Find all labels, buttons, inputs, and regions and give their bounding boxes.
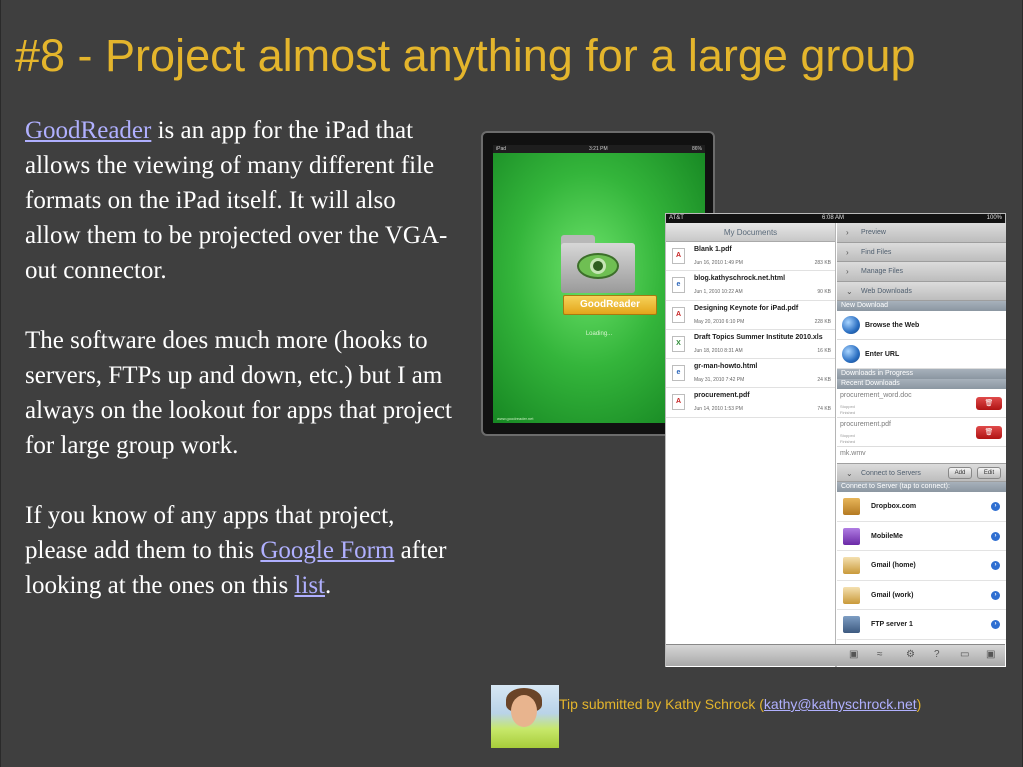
file-row[interactable]: A Blank 1.pdf Jun 16, 2010 1:49 PM 283 KB bbox=[666, 242, 835, 272]
file-row[interactable]: X Draft Topics Summer Institute 2010.xls J… bbox=[666, 330, 835, 360]
info-icon[interactable]: › bbox=[991, 590, 1000, 600]
goodreader-app-screenshot: AT&T 6:08 AM 100% My Documents A Blank 1.… bbox=[665, 213, 1006, 667]
file-list: A Blank 1.pdf Jun 16, 2010 1:49 PM 283 KB e… bbox=[666, 242, 835, 418]
slide: #8 - Project almost anything for a large… bbox=[0, 0, 1023, 767]
goodreader-logo-label: GoodReader bbox=[563, 295, 657, 315]
chevron-down-icon: ⌄ bbox=[846, 469, 853, 478]
status-battery: 100% bbox=[986, 215, 1002, 221]
app-status-bar: AT&T 6:08 AM 100% bbox=[666, 214, 1005, 223]
wifi-icon[interactable]: ≈ bbox=[877, 649, 883, 660]
info-icon[interactable]: › bbox=[991, 620, 1000, 629]
ipad-status-device: iPad bbox=[496, 146, 507, 152]
dropbox-icon bbox=[843, 498, 860, 515]
file-row[interactable]: e gr-man-howto.html May 31, 2010 7:42 PM 24… bbox=[666, 359, 835, 389]
tip-credit: Tip submitted by Kathy Schrock (kathy@ka… bbox=[559, 696, 922, 712]
slide-title: #8 - Project almost anything for a large… bbox=[15, 30, 916, 81]
pdf-file-icon: A bbox=[672, 306, 685, 323]
status-time: 6:08 AM bbox=[822, 215, 845, 221]
screen-icon[interactable]: ▭ bbox=[960, 649, 969, 660]
connect-to-servers-bar[interactable]: ⌄ Connect to Servers Add Edit bbox=[837, 463, 1006, 482]
ipad-status-battery: 86% bbox=[691, 146, 702, 152]
html-file-icon: e bbox=[672, 365, 685, 382]
download-row[interactable]: procurement_word.doc Stopped Finished 🗑 bbox=[837, 389, 1006, 418]
info-icon[interactable]: › bbox=[991, 502, 1000, 511]
mobileme-cloud-icon bbox=[843, 527, 860, 545]
trash-icon[interactable]: 🗑 bbox=[976, 397, 1002, 410]
my-documents-header: My Documents bbox=[666, 223, 835, 242]
file-row[interactable]: Aprocurement.pdf Jun 14, 2010 1:53 PM 74 K… bbox=[666, 388, 835, 418]
downloads-in-progress-header: Downloads in Progress bbox=[837, 369, 1006, 379]
my-documents-panel: My Documents A Blank 1.pdf Jun 16, 2010 1:… bbox=[666, 223, 836, 667]
chevron-down-icon: ⌄ bbox=[846, 286, 853, 296]
nav-web-downloads[interactable]: ⌄ Web Downloads bbox=[837, 281, 1006, 301]
info-icon[interactable]: › bbox=[991, 561, 1000, 570]
edit-servers-button[interactable]: Edit bbox=[977, 467, 1001, 479]
ipad-status-time: 3:21 PM bbox=[589, 146, 608, 152]
gmail-icon bbox=[843, 586, 860, 604]
pdf-file-icon: A bbox=[672, 248, 685, 264]
nav-manage-files[interactable]: › Manage Files bbox=[837, 262, 1006, 282]
paragraph-3: If you know of any apps that project, pl… bbox=[25, 498, 457, 603]
bottom-toolbar: ▣ ≈ ⚙ ? ▭ ▣ bbox=[666, 644, 1005, 666]
connect-to-server-header: Connect to Server (tap to connect): bbox=[837, 482, 1006, 492]
chevron-right-icon: › bbox=[846, 267, 849, 276]
trash-icon[interactable]: 🗑 bbox=[976, 426, 1002, 439]
gear-icon[interactable]: ⚙ bbox=[906, 649, 915, 660]
chevron-right-icon: › bbox=[846, 228, 849, 237]
ipad-status-bar: iPad 3:21 PM 86% bbox=[493, 145, 705, 153]
new-download-header: New Download bbox=[837, 301, 1006, 311]
info-icon[interactable]: › bbox=[991, 531, 1000, 541]
camera-icon[interactable]: ▣ bbox=[849, 649, 858, 660]
file-row[interactable]: e blog.kathyschrock.net.html Jun 1, 2010 1… bbox=[666, 271, 835, 301]
download-row[interactable]: procurement.pdf Stopped Finished 🗑 bbox=[837, 418, 1006, 447]
help-icon[interactable]: ? bbox=[934, 649, 940, 660]
pdf-file-icon: A bbox=[672, 394, 685, 411]
splash-footer-url: www.goodreader.net bbox=[497, 416, 534, 421]
status-carrier: AT&T bbox=[669, 215, 684, 221]
gmail-icon bbox=[843, 557, 860, 574]
body-text: GoodReader is an app for the iPad that a… bbox=[25, 113, 457, 603]
server-row[interactable]: MobileMe › bbox=[837, 522, 1006, 551]
download-row[interactable]: mk.wmv bbox=[837, 447, 1006, 463]
right-panel: › Preview › Find Files › Manage Files ⌄ Web … bbox=[837, 223, 1006, 667]
email-link[interactable]: kathy@kathyschrock.net bbox=[764, 696, 917, 712]
html-file-icon: e bbox=[672, 277, 685, 294]
chevron-right-icon: › bbox=[846, 247, 849, 257]
file-row[interactable]: A Designing Keynote for iPad.pdf May 20, 2… bbox=[666, 301, 835, 330]
browse-web-button[interactable]: Browse the Web bbox=[837, 311, 1006, 340]
xls-file-icon: X bbox=[672, 335, 685, 352]
server-row[interactable]: Dropbox.com › bbox=[837, 492, 1006, 522]
add-server-button[interactable]: Add bbox=[948, 467, 972, 479]
list-link[interactable]: list bbox=[294, 572, 325, 599]
globe-icon bbox=[842, 345, 860, 363]
globe-icon bbox=[842, 316, 860, 334]
enter-url-button[interactable]: Enter URL bbox=[837, 340, 1006, 369]
lock-icon[interactable]: ▣ bbox=[986, 649, 995, 660]
server-row[interactable]: Gmail (work) › bbox=[837, 581, 1006, 610]
google-form-link[interactable]: Google Form bbox=[260, 537, 394, 564]
server-row[interactable]: FTP server 1 › bbox=[837, 610, 1006, 640]
paragraph-3-text-c: . bbox=[325, 572, 332, 599]
recent-downloads-header: Recent Downloads bbox=[837, 379, 1006, 389]
nav-preview[interactable]: › Preview bbox=[837, 223, 1006, 243]
goodreader-link[interactable]: GoodReader bbox=[25, 117, 151, 144]
nav-find-files[interactable]: › Find Files bbox=[837, 242, 1006, 262]
paragraph-2: The software does much more (hooks to se… bbox=[25, 327, 452, 459]
server-row[interactable]: Gmail (home) › bbox=[837, 551, 1006, 581]
author-photo bbox=[491, 685, 559, 748]
paragraph-1: GoodReader is an app for the iPad that a… bbox=[25, 113, 457, 288]
ftp-server-icon bbox=[843, 616, 860, 633]
